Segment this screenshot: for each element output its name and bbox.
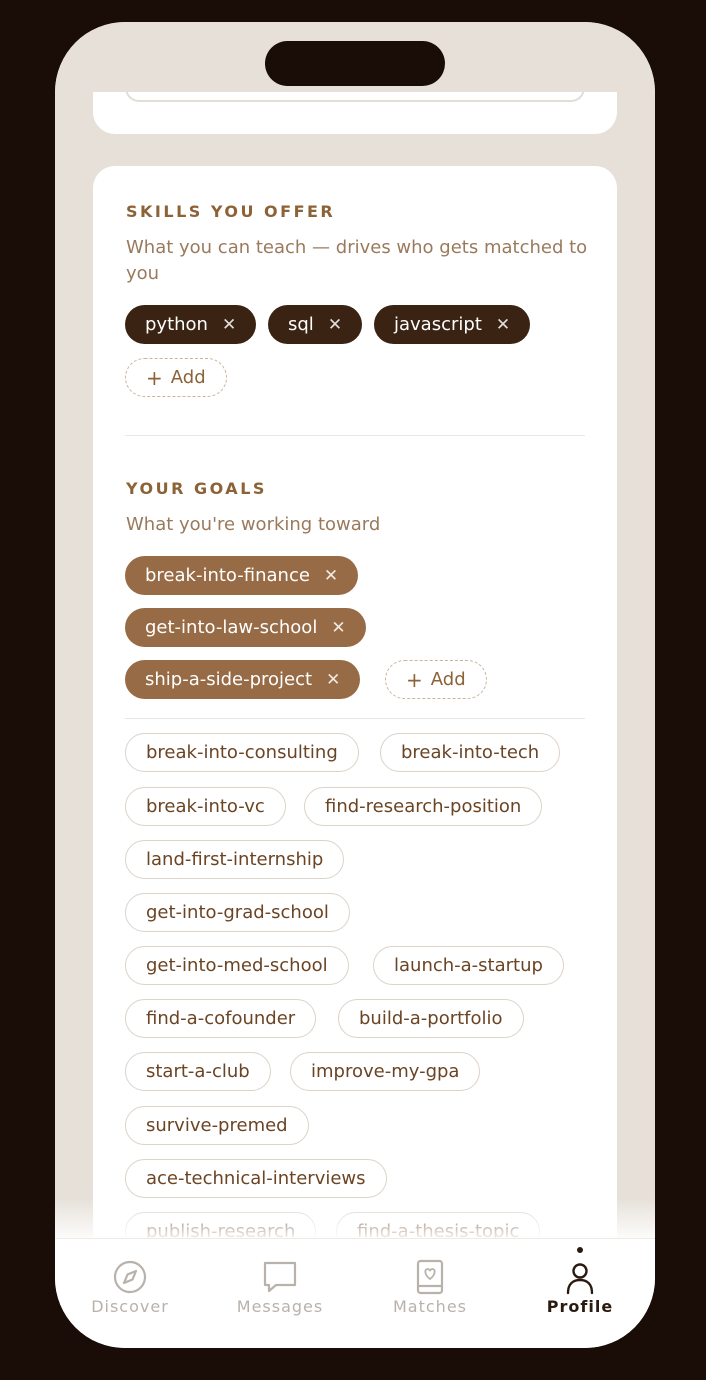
goal-suggestion[interactable]: find-research-position xyxy=(304,787,543,826)
tab-label: Profile xyxy=(546,1297,614,1316)
bottom-tab-bar: Discover Messages Matches Profile xyxy=(55,1238,655,1348)
goal-suggestion[interactable]: break-into-consulting xyxy=(125,733,359,772)
goal-chip-label: ship-a-side-project xyxy=(145,669,313,690)
remove-icon[interactable]: ✕ xyxy=(331,618,345,638)
goal-suggestion[interactable]: land-first-internship xyxy=(125,840,345,879)
tab-discover[interactable]: Discover xyxy=(55,1239,205,1348)
add-goal-button[interactable]: + Add xyxy=(385,660,487,699)
tab-messages[interactable]: Messages xyxy=(205,1239,355,1348)
plus-icon: + xyxy=(406,667,423,692)
skill-chip-sql[interactable]: sql ✕ xyxy=(268,305,363,344)
dynamic-island xyxy=(265,41,445,86)
add-goal-label: Add xyxy=(430,669,466,690)
goal-chip-ship-a-side-project[interactable]: ship-a-side-project ✕ xyxy=(125,660,361,699)
skill-chip-javascript[interactable]: javascript ✕ xyxy=(374,305,531,344)
add-skill-label: Add xyxy=(170,367,206,388)
chat-bubble-icon xyxy=(263,1261,297,1293)
plus-icon: + xyxy=(146,365,163,390)
skills-section-title: SKILLS YOU OFFER xyxy=(126,202,336,221)
goal-suggestion[interactable]: launch-a-startup xyxy=(373,946,564,985)
goal-suggestion[interactable]: publish-research xyxy=(125,1212,317,1238)
remove-icon[interactable]: ✕ xyxy=(496,315,510,335)
tab-label: Matches xyxy=(393,1297,467,1316)
compass-icon xyxy=(113,1260,147,1294)
section-divider xyxy=(125,435,585,436)
person-icon xyxy=(566,1263,594,1295)
goal-chip-label: get-into-law-school xyxy=(145,617,318,638)
suggestions-divider xyxy=(125,718,585,719)
phone-frame: SKILLS YOU OFFER What you can teach — dr… xyxy=(55,22,655,1348)
tab-label: Discover xyxy=(91,1297,169,1316)
goals-section-title: YOUR GOALS xyxy=(126,479,267,498)
skill-chip-label: javascript xyxy=(394,314,482,335)
goal-chip-label: break-into-finance xyxy=(145,565,310,586)
goal-suggestion[interactable]: break-into-tech xyxy=(380,733,561,772)
goal-suggestion[interactable]: survive-premed xyxy=(125,1106,309,1145)
goal-suggestion[interactable]: ace-technical-interviews xyxy=(125,1159,387,1198)
add-skill-button[interactable]: + Add xyxy=(125,358,227,397)
tab-label: Messages xyxy=(236,1297,324,1316)
skills-goals-card: SKILLS YOU OFFER What you can teach — dr… xyxy=(93,166,617,1238)
heart-card-icon xyxy=(416,1259,444,1295)
goal-chip-break-into-finance[interactable]: break-into-finance ✕ xyxy=(125,556,359,595)
remove-icon[interactable]: ✕ xyxy=(328,315,342,335)
goal-suggestion[interactable]: get-into-med-school xyxy=(125,946,349,985)
remove-icon[interactable]: ✕ xyxy=(324,566,338,586)
skill-chip-label: python xyxy=(145,314,208,335)
skill-chip-python[interactable]: python ✕ xyxy=(125,305,257,344)
goal-suggestion[interactable]: find-a-cofounder xyxy=(125,999,317,1038)
profile-scroll-area[interactable]: SKILLS YOU OFFER What you can teach — dr… xyxy=(55,22,655,1238)
goal-suggestion[interactable]: find-a-thesis-topic xyxy=(336,1212,541,1238)
goal-suggestion[interactable]: get-into-grad-school xyxy=(125,893,350,932)
active-indicator-dot xyxy=(577,1247,583,1253)
remove-icon[interactable]: ✕ xyxy=(222,315,236,335)
skill-chip-label: sql xyxy=(288,314,314,335)
goal-suggestion[interactable]: break-into-vc xyxy=(125,787,286,826)
remove-icon[interactable]: ✕ xyxy=(326,670,340,690)
goal-suggestion[interactable]: build-a-portfolio xyxy=(338,999,524,1038)
tab-profile[interactable]: Profile xyxy=(505,1239,655,1348)
goals-section-description: What you're working toward xyxy=(126,514,381,535)
skills-section-description: What you can teach — drives who gets mat… xyxy=(126,237,588,284)
goal-chip-get-into-law-school[interactable]: get-into-law-school ✕ xyxy=(125,608,366,647)
goal-suggestion[interactable]: start-a-club xyxy=(125,1052,271,1091)
tab-matches[interactable]: Matches xyxy=(355,1239,505,1348)
goal-suggestion[interactable]: improve-my-gpa xyxy=(290,1052,481,1091)
